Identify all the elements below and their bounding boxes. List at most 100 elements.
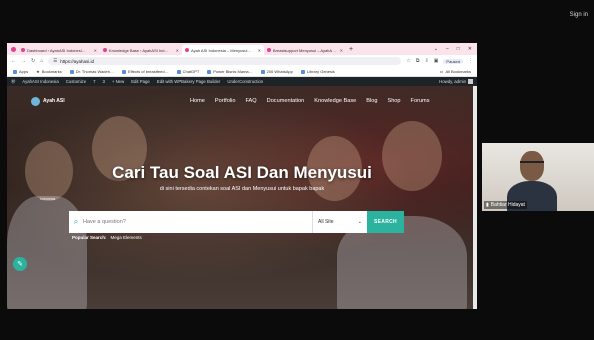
wp-updates[interactable]: 7 (93, 79, 95, 84)
menu-knowledge-base[interactable]: Knowledge Base (314, 98, 356, 104)
participant-video-tile[interactable]: ▮ Bahtiar Hidayat (482, 143, 594, 211)
menu-faq[interactable]: FAQ (245, 98, 256, 104)
site-nav: Ayah ASI Indonesia Home Portfolio FAQ Doc… (7, 94, 477, 201)
wp-customize[interactable]: Customize (66, 79, 86, 84)
address-bar-row: ← → ↻ ⌂ ☰ https://ayahasi.id ☆ ⧉ ⇩ ▣ Paus… (7, 55, 477, 67)
minimize-icon[interactable]: – (446, 46, 449, 52)
logo-icon (31, 97, 40, 106)
tab-dashboard[interactable]: Dashboard ‹ AyahASI Indonesi… ✕ (18, 45, 100, 55)
bookmark-label: All Bookmarks (445, 69, 471, 74)
participant-glasses (520, 161, 544, 167)
wp-site-name[interactable]: AyahASI Indonesia (22, 79, 58, 84)
sign-in-link[interactable]: Sign in (570, 12, 588, 18)
tab-ayah-asi[interactable]: Ayah ASI Indonesia – Menyusui… ✕ (182, 45, 264, 55)
bookmark-star-icon[interactable]: ☆ (406, 58, 410, 64)
participant-name: Bahtiar Hidayat (490, 202, 525, 208)
tab-knowledge-base[interactable]: Knowledge Base ‹ AyahASI Ind… ✕ (100, 45, 182, 55)
site-info-icon[interactable]: ☰ (53, 58, 57, 64)
bookmark-favicon-icon (176, 69, 181, 74)
download-icon[interactable]: ⇩ (424, 58, 428, 64)
bookmark-item[interactable]: Effects of breastfeed… (121, 69, 169, 74)
all-bookmarks[interactable]: ▭ All Bookmarks (440, 69, 471, 74)
apps-icon (13, 69, 17, 74)
bookmark-favicon-icon (121, 69, 126, 74)
logo-text: Ayah ASI (43, 98, 65, 104)
bookmark-item[interactable]: 206 WhatsApp (260, 69, 293, 74)
bookmark-item[interactable]: ★ Bookmarks (36, 69, 62, 74)
wp-new[interactable]: + New (112, 79, 124, 84)
tab-search-icon[interactable]: ⌄ (434, 46, 438, 52)
site-favicon-icon (267, 48, 271, 52)
bookmark-label: Effects of breastfeed… (127, 69, 169, 74)
wp-under-construction[interactable]: UnderConstruction (227, 79, 263, 84)
tab-breastsupport[interactable]: Breastsupport Menyusui – AyahA… ✕ (264, 45, 346, 55)
bookmark-item[interactable]: Library Genesis (300, 69, 335, 74)
forward-icon[interactable]: → (21, 58, 26, 64)
wp-edit-wpbakery[interactable]: Edit with WPBakery Page Builder (157, 79, 221, 84)
menu-forums[interactable]: Forums (411, 98, 430, 104)
menu-home[interactable]: Home (190, 98, 205, 104)
site-favicon-icon (185, 48, 189, 52)
more-menu-icon[interactable]: ⋮ (468, 58, 473, 64)
bookmark-label: Apps (19, 69, 29, 74)
maximize-icon[interactable]: □ (457, 46, 460, 52)
wp-edit-page[interactable]: Edit Page (131, 79, 150, 84)
bookmarks-bar: Apps ★ Bookmarks Dr. Thomas Wadeh… Effect… (7, 67, 477, 77)
scrollbar[interactable] (473, 86, 477, 309)
wp-account[interactable]: Howdy, admin (439, 79, 473, 84)
bookmark-favicon-icon (300, 69, 305, 74)
tab-title: Knowledge Base ‹ AyahASI Ind… (109, 47, 169, 53)
url-field[interactable]: ☰ https://ayahasi.id (48, 57, 402, 65)
menu-documentation[interactable]: Documentation (267, 98, 305, 104)
site-favicon-icon (21, 48, 25, 52)
close-icon[interactable]: ✕ (340, 48, 343, 53)
bookmark-item[interactable]: ChatGPT (176, 69, 200, 74)
signal-icon: ▮ (486, 202, 489, 208)
menu-portfolio[interactable]: Portfolio (215, 98, 236, 104)
home-icon[interactable]: ⌂ (40, 58, 43, 64)
window-controls: ⌄ – □ ✕ (434, 46, 477, 52)
reload-icon[interactable]: ↻ (31, 58, 35, 64)
wp-comments[interactable]: 3 (102, 79, 104, 84)
tab-title: Ayah ASI Indonesia – Menyusui… (191, 47, 252, 53)
close-icon[interactable]: ✕ (258, 48, 261, 53)
site-logo[interactable]: Ayah ASI Indonesia (31, 97, 65, 201)
main-menu: Home Portfolio FAQ Documentation Knowled… (190, 98, 430, 104)
popular-search-link[interactable]: Mega Elements (111, 235, 142, 240)
sidepanel-icon[interactable]: ▣ (434, 58, 439, 64)
new-tab-button[interactable]: + (349, 46, 353, 53)
page-title: Cari Tau Soal ASI Dan Menyusui (112, 163, 372, 182)
bookmark-item[interactable]: Dr. Thomas Wadeh… (69, 69, 114, 74)
search-input[interactable]: Have a question? (83, 211, 312, 233)
wp-logo-icon[interactable]: Ⓦ (11, 79, 15, 85)
bookmark-label: ChatGPT (182, 69, 200, 74)
search-scope-select[interactable]: All Site ⌄ (312, 211, 367, 233)
profile-button[interactable]: Paused (443, 58, 463, 64)
tab-bar: Dashboard ‹ AyahASI Indonesi… ✕ Knowledge… (7, 43, 477, 55)
tab-title: Dashboard ‹ AyahASI Indonesi… (27, 47, 86, 53)
bookmark-label: Power Bisnis Mama… (213, 69, 253, 74)
tab-title: Breastsupport Menyusui – AyahA… (273, 47, 337, 53)
popular-search: Popular Search: Mega Elements (72, 235, 142, 240)
extensions-icon[interactable]: ⧉ (416, 58, 420, 64)
bookmark-item[interactable]: Power Bisnis Mama… (207, 69, 253, 74)
bookmark-label: Bookmarks (41, 69, 62, 74)
wp-admin-bar: Ⓦ AyahASI Indonesia Customize 7 3 + New … (7, 77, 477, 86)
avatar (468, 79, 473, 84)
close-icon[interactable]: ✕ (176, 48, 179, 53)
menu-shop[interactable]: Shop (387, 98, 400, 104)
search-button[interactable]: SEARCH (367, 211, 404, 233)
bookmark-item[interactable]: Apps (13, 69, 28, 74)
popular-search-label: Popular Search: (72, 235, 107, 240)
bookmark-favicon-icon (207, 69, 212, 74)
back-icon[interactable]: ← (11, 58, 16, 64)
browser-menu-dot[interactable] (11, 47, 16, 52)
logo-subtext: Indonesia (40, 197, 56, 201)
close-window-icon[interactable]: ✕ (468, 46, 472, 52)
chevron-down-icon: ⌄ (357, 219, 362, 225)
scope-label: All Site (318, 219, 334, 225)
close-icon[interactable]: ✕ (94, 48, 97, 53)
edit-pencil-icon[interactable]: ✎ (13, 257, 27, 271)
star-icon: ★ (36, 69, 40, 74)
menu-blog[interactable]: Blog (366, 98, 377, 104)
